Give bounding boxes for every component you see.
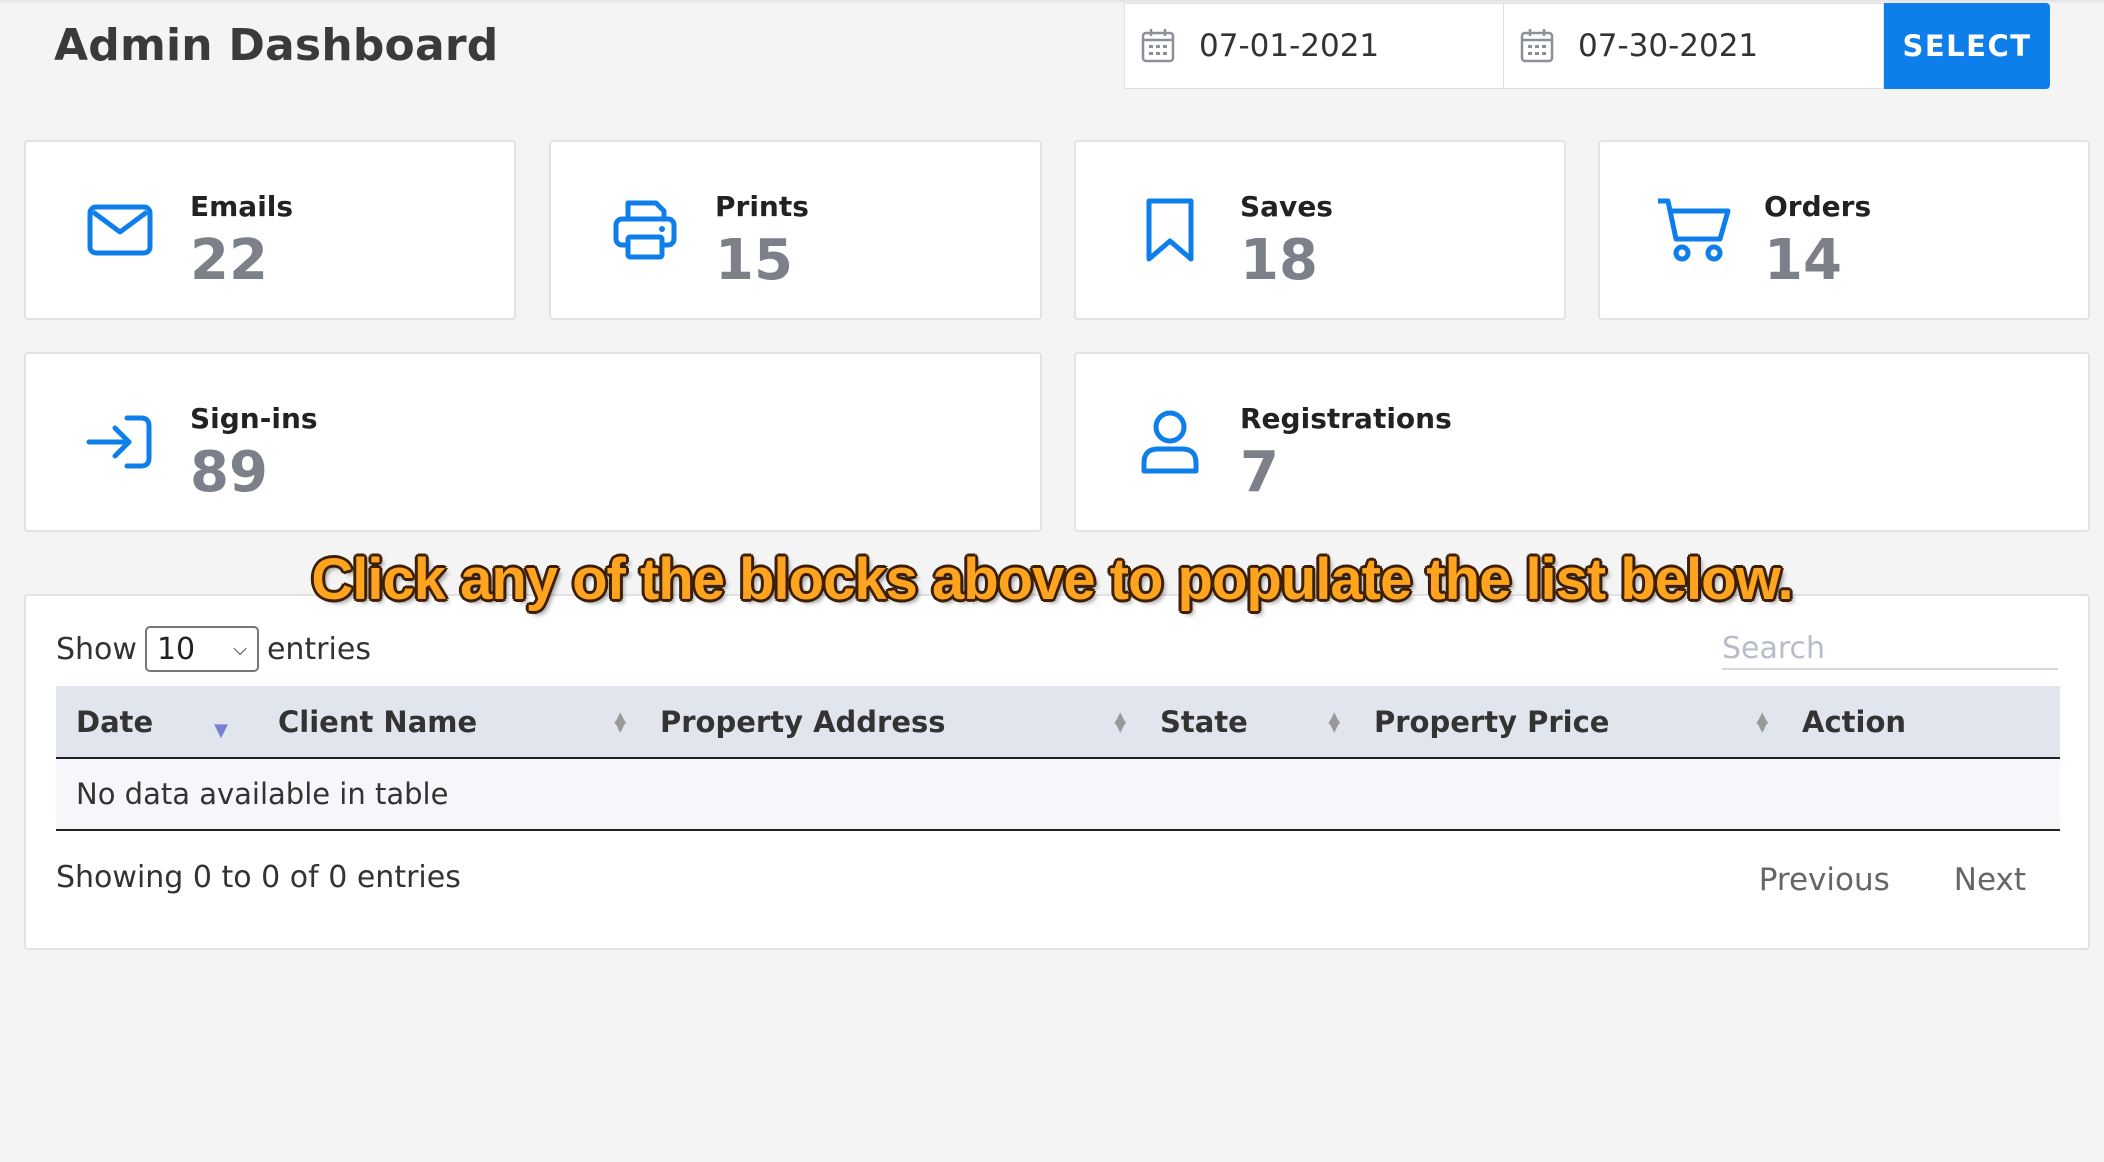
sort-icon: ▲ ▼	[1756, 707, 1768, 735]
column-header-date[interactable]: Date ▼	[56, 686, 258, 759]
column-header-property-address[interactable]: Property Address ▲ ▼	[640, 686, 1140, 759]
next-page-button[interactable]: Next	[1922, 858, 2058, 902]
page-length-control: Show 10 ⌵ entries	[56, 626, 371, 672]
entries-table: Date ▼ Client Name ▲ ▼ Property Address ▲…	[56, 686, 2060, 831]
page-length-select[interactable]: 10 ⌵	[144, 626, 259, 672]
search-input[interactable]	[1722, 628, 2058, 670]
show-label: Show	[56, 631, 137, 667]
end-date-value: 07-30-2021	[1578, 28, 1759, 64]
start-date-field[interactable]: 07-01-2021	[1124, 3, 1504, 89]
entries-label: entries	[266, 631, 371, 667]
stat-card-prints[interactable]: Prints 15	[549, 140, 1042, 320]
stat-value: 22	[190, 228, 268, 293]
sort-icon: ▲ ▼	[614, 707, 626, 735]
envelope-icon	[80, 190, 160, 270]
sort-icon: ▲ ▼	[1114, 707, 1126, 735]
stat-card-orders[interactable]: Orders 14	[1598, 140, 2090, 320]
sort-icon: ▲ ▼	[1328, 707, 1340, 735]
column-label: Action	[1802, 704, 1907, 739]
stat-value: 18	[1240, 228, 1318, 293]
pagination: Previous Next	[1727, 858, 2058, 902]
previous-page-button[interactable]: Previous	[1727, 858, 1922, 902]
chevron-down-icon: ⌵	[233, 638, 247, 660]
stat-value: 89	[190, 440, 268, 505]
page-length-value: 10	[156, 631, 196, 667]
cart-icon	[1654, 190, 1734, 270]
table-row-empty: No data available in table	[56, 758, 2060, 831]
stat-label: Saves	[1240, 190, 1333, 223]
end-date-field[interactable]: 07-30-2021	[1504, 3, 1884, 89]
table-info: Showing 0 to 0 of 0 entries	[56, 860, 461, 895]
column-label: State	[1160, 704, 1248, 739]
column-header-client-name[interactable]: Client Name ▲ ▼	[258, 686, 640, 759]
stat-value: 14	[1764, 228, 1842, 293]
stat-card-registrations[interactable]: Registrations 7	[1074, 352, 2090, 532]
instruction-overlay: Click any of the blocks above to populat…	[311, 547, 1793, 612]
select-button[interactable]: SELECT	[1884, 3, 2050, 89]
column-label: Date	[76, 704, 154, 739]
sign-in-icon	[80, 402, 160, 482]
column-label: Property Address	[660, 704, 946, 739]
stat-label: Prints	[715, 190, 809, 223]
start-date-value: 07-01-2021	[1199, 28, 1380, 64]
stat-card-emails[interactable]: Emails 22	[24, 140, 516, 320]
date-range-picker: 07-01-2021 07-30-2021 SELECT	[1124, 3, 2050, 89]
calendar-icon	[1141, 29, 1175, 63]
column-header-action: Action	[1782, 686, 2060, 759]
column-label: Property Price	[1374, 704, 1610, 739]
table-header-row: Date ▼ Client Name ▲ ▼ Property Address ▲…	[56, 686, 2060, 759]
user-icon	[1130, 402, 1210, 482]
stat-value: 7	[1240, 440, 1279, 505]
stat-label: Orders	[1764, 190, 1872, 223]
column-header-property-price[interactable]: Property Price ▲ ▼	[1354, 686, 1782, 759]
printer-icon	[605, 190, 685, 270]
stat-card-saves[interactable]: Saves 18	[1074, 140, 1566, 320]
calendar-icon	[1520, 29, 1554, 63]
page-title: Admin Dashboard	[54, 20, 499, 71]
column-label: Client Name	[278, 704, 478, 739]
stat-label: Sign-ins	[190, 402, 318, 435]
column-header-state[interactable]: State ▲ ▼	[1140, 686, 1354, 759]
stat-label: Registrations	[1240, 402, 1452, 435]
stat-value: 15	[715, 228, 793, 293]
sort-desc-icon: ▼	[214, 719, 228, 741]
stat-card-sign-ins[interactable]: Sign-ins 89	[24, 352, 1042, 532]
entries-panel: Show 10 ⌵ entries Date ▼ Client Name ▲▼	[24, 594, 2090, 950]
empty-message: No data available in table	[56, 758, 2060, 831]
stat-label: Emails	[190, 190, 294, 223]
bookmark-icon	[1130, 190, 1210, 270]
